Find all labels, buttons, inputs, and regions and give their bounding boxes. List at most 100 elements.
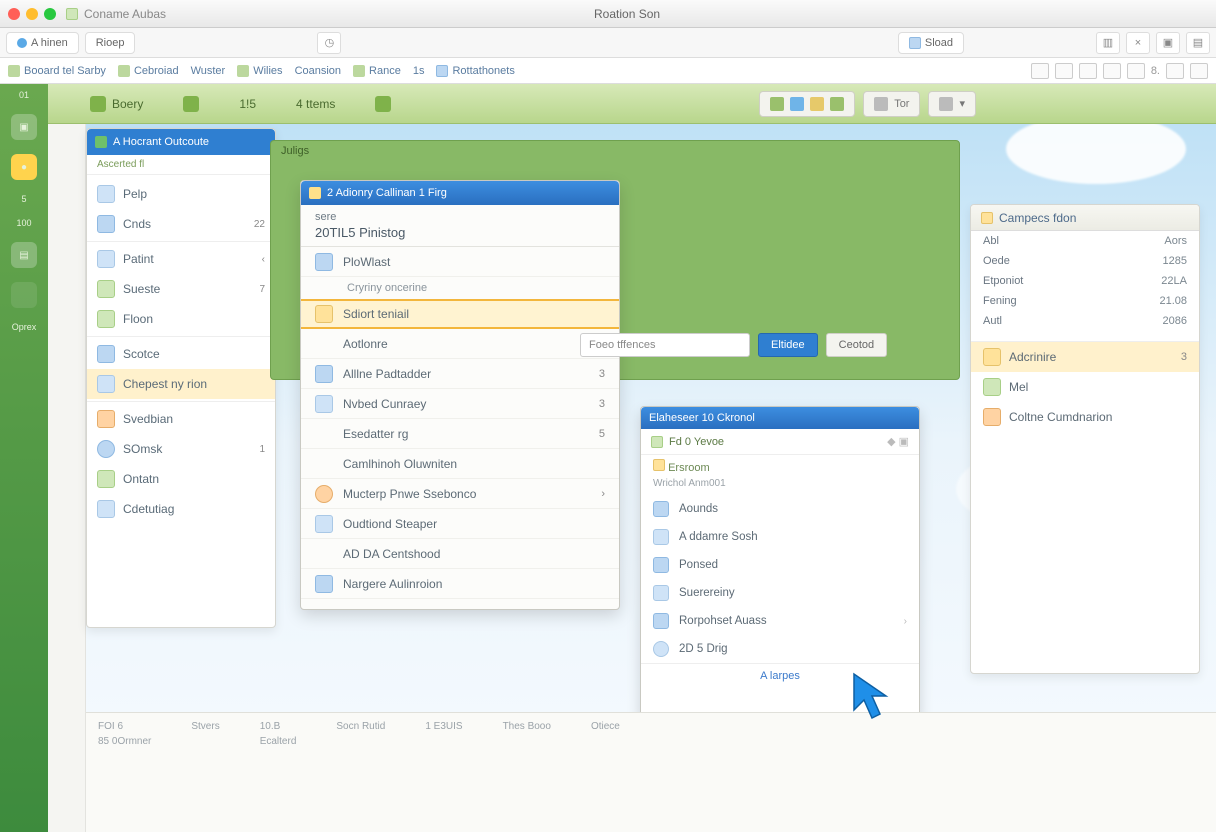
popup-titlebar[interactable]: Elaheseer 10 Ckronol xyxy=(641,407,919,429)
bm-8[interactable]: Rottathonets xyxy=(436,65,514,77)
prop-item-0[interactable]: Adcrinire3 xyxy=(971,342,1199,372)
bm-2[interactable]: Cebroiad xyxy=(118,65,179,77)
nav-item-1[interactable]: Cnds22 xyxy=(87,209,275,239)
rail-slot-4[interactable] xyxy=(11,282,37,308)
nav-item-6[interactable]: Chepest ny rion xyxy=(87,369,275,399)
leaf-icon xyxy=(97,280,115,298)
bm-1[interactable]: Booard tel Sarby xyxy=(8,65,106,77)
doc-icon xyxy=(653,529,669,545)
tool-c-icon[interactable] xyxy=(1079,63,1097,79)
bm-6[interactable]: Rance xyxy=(353,65,401,77)
nav-item-9[interactable]: Ontatn xyxy=(87,464,275,494)
dialog-titlebar[interactable]: 2 Adionry Callinan 1 Firg xyxy=(301,181,619,205)
popup-subheader[interactable]: Fd 0 Yevoe◆ ▣ xyxy=(641,429,919,455)
book-icon xyxy=(97,470,115,488)
nav-item-0[interactable]: Pelp xyxy=(87,179,275,209)
tab-1[interactable]: A hinen xyxy=(6,32,79,54)
divider xyxy=(87,336,275,337)
tool-f-icon[interactable] xyxy=(1166,63,1184,79)
tool-a-icon[interactable] xyxy=(1031,63,1049,79)
dlg-row-10[interactable]: Nargere Aulinroion xyxy=(301,569,619,599)
navigator-title[interactable]: A Hocrant Outcoute xyxy=(87,129,275,155)
primary-button[interactable]: Eltidee xyxy=(758,333,818,357)
ribbon-item-1[interactable]: Boery xyxy=(90,96,143,112)
dlg-row-4[interactable]: Nvbed Cunraey3 xyxy=(301,389,619,419)
ribbon-chip-tor[interactable]: Tor xyxy=(863,91,920,117)
dlg-row-8[interactable]: Oudtiond Steaper xyxy=(301,509,619,539)
popup-row-3[interactable]: Suerereiny xyxy=(641,579,919,607)
panel-a-icon[interactable]: ▥ xyxy=(1096,32,1120,54)
nav-item-7[interactable]: Svedbian xyxy=(87,404,275,434)
filter-field[interactable]: Foeo tffences xyxy=(580,333,750,357)
status-col-1: FOI 6 85 0Ormner xyxy=(98,721,151,824)
ribbon-item-3[interactable]: 1!5 xyxy=(239,97,256,111)
ribbon: Boery 1!5 4 ttems Tor ▾ xyxy=(0,84,1216,124)
bm-7[interactable]: 1s xyxy=(413,65,425,77)
nav-item-5[interactable]: Scotce xyxy=(87,339,275,369)
ribbon-item-5[interactable] xyxy=(375,96,391,112)
dialog-meta-big: 20TIL5 Pinistog xyxy=(315,225,605,240)
properties-header[interactable]: Campecs fdon xyxy=(971,205,1199,231)
properties-panel: Campecs fdon AblAors Oede1285 Etponiot22… xyxy=(970,204,1200,674)
tag-icon xyxy=(983,348,1001,366)
history-icon[interactable]: ◷ xyxy=(317,32,341,54)
close-icon[interactable] xyxy=(8,8,20,20)
dlg-row-1[interactable]: Sdiort teniail xyxy=(301,299,619,329)
nav-item-2[interactable]: Patint‹ xyxy=(87,244,275,274)
dlg-row-0[interactable]: PloWlast xyxy=(301,247,619,277)
panel-b-icon[interactable]: ▣ xyxy=(1156,32,1180,54)
close-tab-icon[interactable]: × xyxy=(1126,32,1150,54)
list-icon xyxy=(653,613,669,629)
bm-4[interactable]: Wilies xyxy=(237,65,282,77)
tool-b-icon[interactable] xyxy=(1055,63,1073,79)
tool-e-icon[interactable] xyxy=(1127,63,1145,79)
ribbon-item-2[interactable] xyxy=(183,96,199,112)
ribbon-chip-dd[interactable]: ▾ xyxy=(928,91,976,117)
popup-row-0[interactable]: Aounds xyxy=(641,495,919,523)
popup-row-2[interactable]: Ponsed xyxy=(641,551,919,579)
dlg-row-9[interactable]: AD DA Centshood xyxy=(301,539,619,569)
nav-item-3[interactable]: Sueste7 xyxy=(87,274,275,304)
tool-d-icon[interactable] xyxy=(1103,63,1121,79)
primary-button-label: Eltidee xyxy=(771,339,805,351)
prop-4-k: Autl xyxy=(983,315,1002,327)
divider xyxy=(87,401,275,402)
dlg-row-7[interactable]: Mucterp Pnwe Ssebonco› xyxy=(301,479,619,509)
popup-row-5[interactable]: 2D 5 Drig xyxy=(641,635,919,663)
cloud-icon xyxy=(1006,124,1186,184)
tool-g-icon[interactable] xyxy=(1190,63,1208,79)
bm-3[interactable]: Wuster xyxy=(191,65,226,77)
minimize-icon[interactable] xyxy=(26,8,38,20)
tab-2[interactable]: Rioep xyxy=(85,32,136,54)
dlg-row-0-sub-label: Cryriny oncerine xyxy=(347,282,427,294)
prop-item-1[interactable]: Mel xyxy=(971,372,1199,402)
dlg-row-6[interactable]: Camlhinoh Oluwniten xyxy=(301,449,619,479)
ribbon-chip-icons[interactable] xyxy=(759,91,855,117)
tab-3[interactable]: Sload xyxy=(898,32,964,54)
status-1a: FOI 6 xyxy=(98,721,151,732)
rail-slot-3[interactable]: ▤ xyxy=(11,242,37,268)
rail-slot-2[interactable]: ● xyxy=(11,154,37,180)
rail-slot-1[interactable]: ▣ xyxy=(11,114,37,140)
nav-item-8[interactable]: SOmsk1 xyxy=(87,434,275,464)
tabstrip: A hinen Rioep ◷ Sload ▥ × ▣ ▤ xyxy=(0,28,1216,58)
properties-title: Campecs fdon xyxy=(999,211,1076,225)
nav-item-2-label: Patint xyxy=(123,252,154,266)
nav-item-4[interactable]: Floon xyxy=(87,304,275,334)
zoom-icon[interactable] xyxy=(44,8,56,20)
popup-caption-label: Ersroom xyxy=(668,462,710,474)
bm-5[interactable]: Coansion xyxy=(295,65,341,77)
dialog-meta-small: sere xyxy=(315,211,605,223)
folder-icon xyxy=(97,250,115,268)
dlg-row-5-label: Esedatter rg xyxy=(343,427,408,441)
panel-c-icon[interactable]: ▤ xyxy=(1186,32,1210,54)
secondary-button[interactable]: Ceotod xyxy=(826,333,887,357)
prop-item-2[interactable]: Coltne Cumdnarion xyxy=(971,402,1199,432)
nav-item-10[interactable]: Cdetutiag xyxy=(87,494,275,524)
dlg-row-5[interactable]: Esedatter rg5 xyxy=(301,419,619,449)
popup-row-1[interactable]: A ddamre Sosh xyxy=(641,523,919,551)
ribbon-item-4[interactable]: 4 ttems xyxy=(296,97,335,111)
dlg-row-3[interactable]: Alllne Padtadder3 xyxy=(301,359,619,389)
chip-tor-label: Tor xyxy=(894,98,909,110)
popup-row-4[interactable]: Rorpohset Auass› xyxy=(641,607,919,635)
